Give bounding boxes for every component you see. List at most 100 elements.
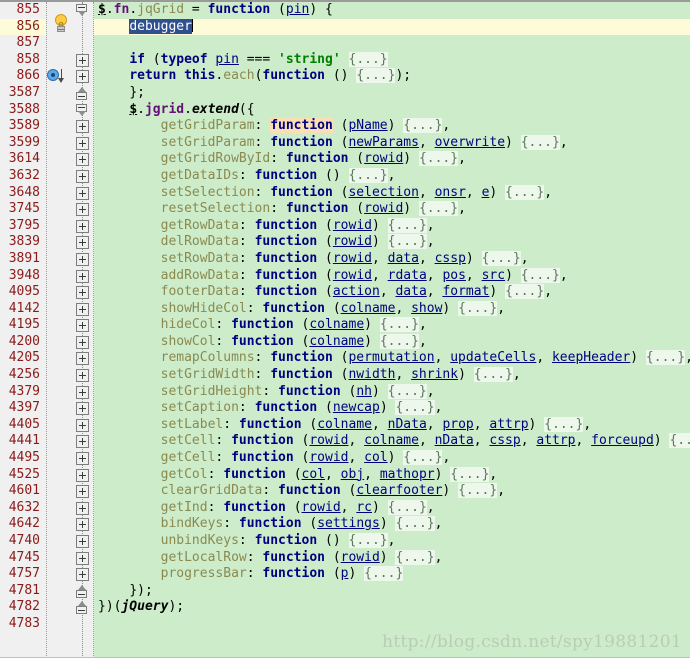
line-fold-cell[interactable]: [73, 234, 93, 251]
line-code[interactable]: getLocalRow: function (rowid) {...},: [94, 549, 690, 567]
code-line[interactable]: 4632 getInd: function (rowid, rc) {...},: [0, 499, 690, 517]
line-fold-cell[interactable]: [73, 317, 93, 334]
code-editor-pane[interactable]: 855 $.fn.jqGrid = function (pin) {856 ⚙ de…: [0, 0, 690, 658]
line-annotation-cell[interactable]: [47, 433, 73, 450]
line-code[interactable]: showHideCol: function (colname, show) {.…: [94, 300, 690, 318]
line-annotation-cell[interactable]: [47, 168, 73, 185]
fold-expand-icon[interactable]: [76, 518, 89, 532]
code-line[interactable]: 3589 getGridParam: function (pName) {...…: [0, 118, 690, 135]
line-fold-cell[interactable]: [73, 151, 93, 168]
line-code[interactable]: };: [94, 85, 690, 102]
line-annotation-cell[interactable]: [47, 52, 73, 69]
line-annotation-cell[interactable]: [47, 251, 73, 268]
line-fold-cell[interactable]: [73, 268, 93, 285]
line-annotation-cell[interactable]: [47, 467, 73, 484]
line-code[interactable]: bindKeys: function (settings) {...},: [94, 516, 690, 533]
code-line[interactable]: 3839 delRowData: function (rowid) {...},: [0, 234, 690, 251]
fold-collapse-icon[interactable]: [76, 103, 89, 117]
code-line[interactable]: 3599 setGridParam: function (newParams, …: [0, 134, 690, 152]
code-line[interactable]: 4095 footerData: function (action, data,…: [0, 284, 690, 301]
line-fold-cell[interactable]: [73, 284, 93, 301]
code-line[interactable]: 3948 addRowData: function (rowid, rdata,…: [0, 267, 690, 285]
code-line[interactable]: 3614 getGridRowById: function (rowid) {.…: [0, 151, 690, 168]
code-line[interactable]: 4525 getCol: function (col, obj, mathopr…: [0, 466, 690, 484]
line-fold-cell[interactable]: [73, 367, 93, 384]
line-fold-cell[interactable]: [73, 500, 93, 517]
code-line[interactable]: 4200 showCol: function (colname) {...},: [0, 333, 690, 351]
line-annotation-cell[interactable]: [47, 85, 73, 102]
fold-expand-icon[interactable]: [76, 319, 89, 333]
line-code[interactable]: progressBar: function (p) {...}: [94, 566, 690, 583]
fold-expand-icon[interactable]: [76, 352, 89, 366]
line-code[interactable]: setCaption: function (newcap) {...},: [94, 400, 690, 417]
line-annotation-cell[interactable]: [47, 583, 73, 600]
code-line[interactable]: 3648 setSelection: function (selection, …: [0, 184, 690, 202]
fold-expand-icon[interactable]: [76, 186, 89, 200]
fold-expand-icon[interactable]: [76, 219, 89, 233]
fold-expand-icon[interactable]: [76, 70, 89, 84]
line-annotation-cell[interactable]: [47, 185, 73, 202]
line-annotation-cell[interactable]: [47, 533, 73, 550]
line-annotation-cell[interactable]: [47, 118, 73, 135]
line-fold-cell[interactable]: [73, 350, 93, 367]
fold-expand-icon[interactable]: [76, 452, 89, 466]
line-code[interactable]: unbindKeys: function () {...},: [94, 533, 690, 550]
line-fold-cell[interactable]: [73, 599, 93, 616]
line-annotation-cell[interactable]: [47, 417, 73, 434]
line-fold-cell[interactable]: [73, 251, 93, 268]
fold-expand-icon[interactable]: [76, 252, 89, 266]
line-fold-cell[interactable]: [73, 135, 93, 152]
line-code[interactable]: setGridHeight: function (nh) {...},: [94, 383, 690, 401]
line-code[interactable]: getCol: function (col, obj, mathopr) {..…: [94, 466, 690, 484]
line-code[interactable]: [94, 35, 690, 52]
line-code[interactable]: clearGridData: function (clearfooter) {.…: [94, 483, 690, 500]
intention-bulb-icon[interactable]: ⚙: [54, 13, 68, 34]
line-fold-cell[interactable]: [73, 19, 93, 36]
fold-expand-icon[interactable]: [76, 136, 89, 150]
fold-region-end-icon[interactable]: [76, 584, 89, 598]
line-fold-cell[interactable]: [73, 334, 93, 351]
line-code[interactable]: $.jgrid.extend({: [94, 102, 690, 119]
fold-expand-icon[interactable]: [76, 435, 89, 449]
line-code[interactable]: addRowData: function (rowid, rdata, pos,…: [94, 267, 690, 285]
line-code[interactable]: footerData: function (action, data, form…: [94, 284, 690, 301]
code-line[interactable]: 4757 progressBar: function (p) {...}: [0, 566, 690, 583]
code-line[interactable]: 4740 unbindKeys: function () {...},: [0, 533, 690, 550]
line-fold-cell[interactable]: [73, 400, 93, 417]
fold-expand-icon[interactable]: [76, 169, 89, 183]
code-line[interactable]: 866 return this.each(function () {...});: [0, 68, 690, 85]
fold-expand-icon[interactable]: [76, 369, 89, 383]
fold-expand-icon[interactable]: [76, 269, 89, 283]
line-fold-cell[interactable]: [73, 218, 93, 235]
code-line[interactable]: 3588 $.jgrid.extend({: [0, 102, 690, 119]
line-fold-cell[interactable]: [73, 566, 93, 583]
line-fold-cell[interactable]: [73, 301, 93, 318]
line-annotation-cell[interactable]: [47, 566, 73, 583]
line-code[interactable]: setCell: function (rowid, colname, nData…: [94, 433, 690, 450]
line-annotation-cell[interactable]: [47, 516, 73, 533]
line-fold-cell[interactable]: [73, 533, 93, 550]
line-annotation-cell[interactable]: [47, 483, 73, 500]
line-annotation-cell[interactable]: [47, 135, 73, 152]
line-fold-cell[interactable]: [73, 550, 93, 567]
line-annotation-cell[interactable]: [47, 400, 73, 417]
line-annotation-cell[interactable]: [47, 317, 73, 334]
line-code[interactable]: debugger: [94, 18, 690, 36]
line-code[interactable]: getGridRowById: function (rowid) {...},: [94, 151, 690, 168]
line-code[interactable]: setRowData: function (rowid, data, cssp)…: [94, 250, 690, 268]
line-fold-cell[interactable]: [73, 2, 93, 19]
line-annotation-cell[interactable]: [47, 234, 73, 251]
line-annotation-cell[interactable]: [47, 268, 73, 285]
fold-expand-icon[interactable]: [76, 385, 89, 399]
code-line[interactable]: 3745 resetSelection: function (rowid) {.…: [0, 201, 690, 218]
fold-region-end-icon[interactable]: [76, 86, 89, 100]
code-line[interactable]: 4256 setGridWidth: function (nwidth, shr…: [0, 367, 690, 384]
line-fold-cell[interactable]: [73, 583, 93, 600]
line-code[interactable]: getInd: function (rowid, rc) {...},: [94, 499, 690, 517]
fold-expand-icon[interactable]: [76, 120, 89, 134]
line-fold-cell[interactable]: [73, 168, 93, 185]
code-line[interactable]: 4781 });: [0, 583, 690, 600]
line-annotation-cell[interactable]: [47, 350, 73, 367]
fold-expand-icon[interactable]: [76, 236, 89, 250]
line-code[interactable]: $.fn.jqGrid = function (pin) {: [94, 2, 690, 19]
